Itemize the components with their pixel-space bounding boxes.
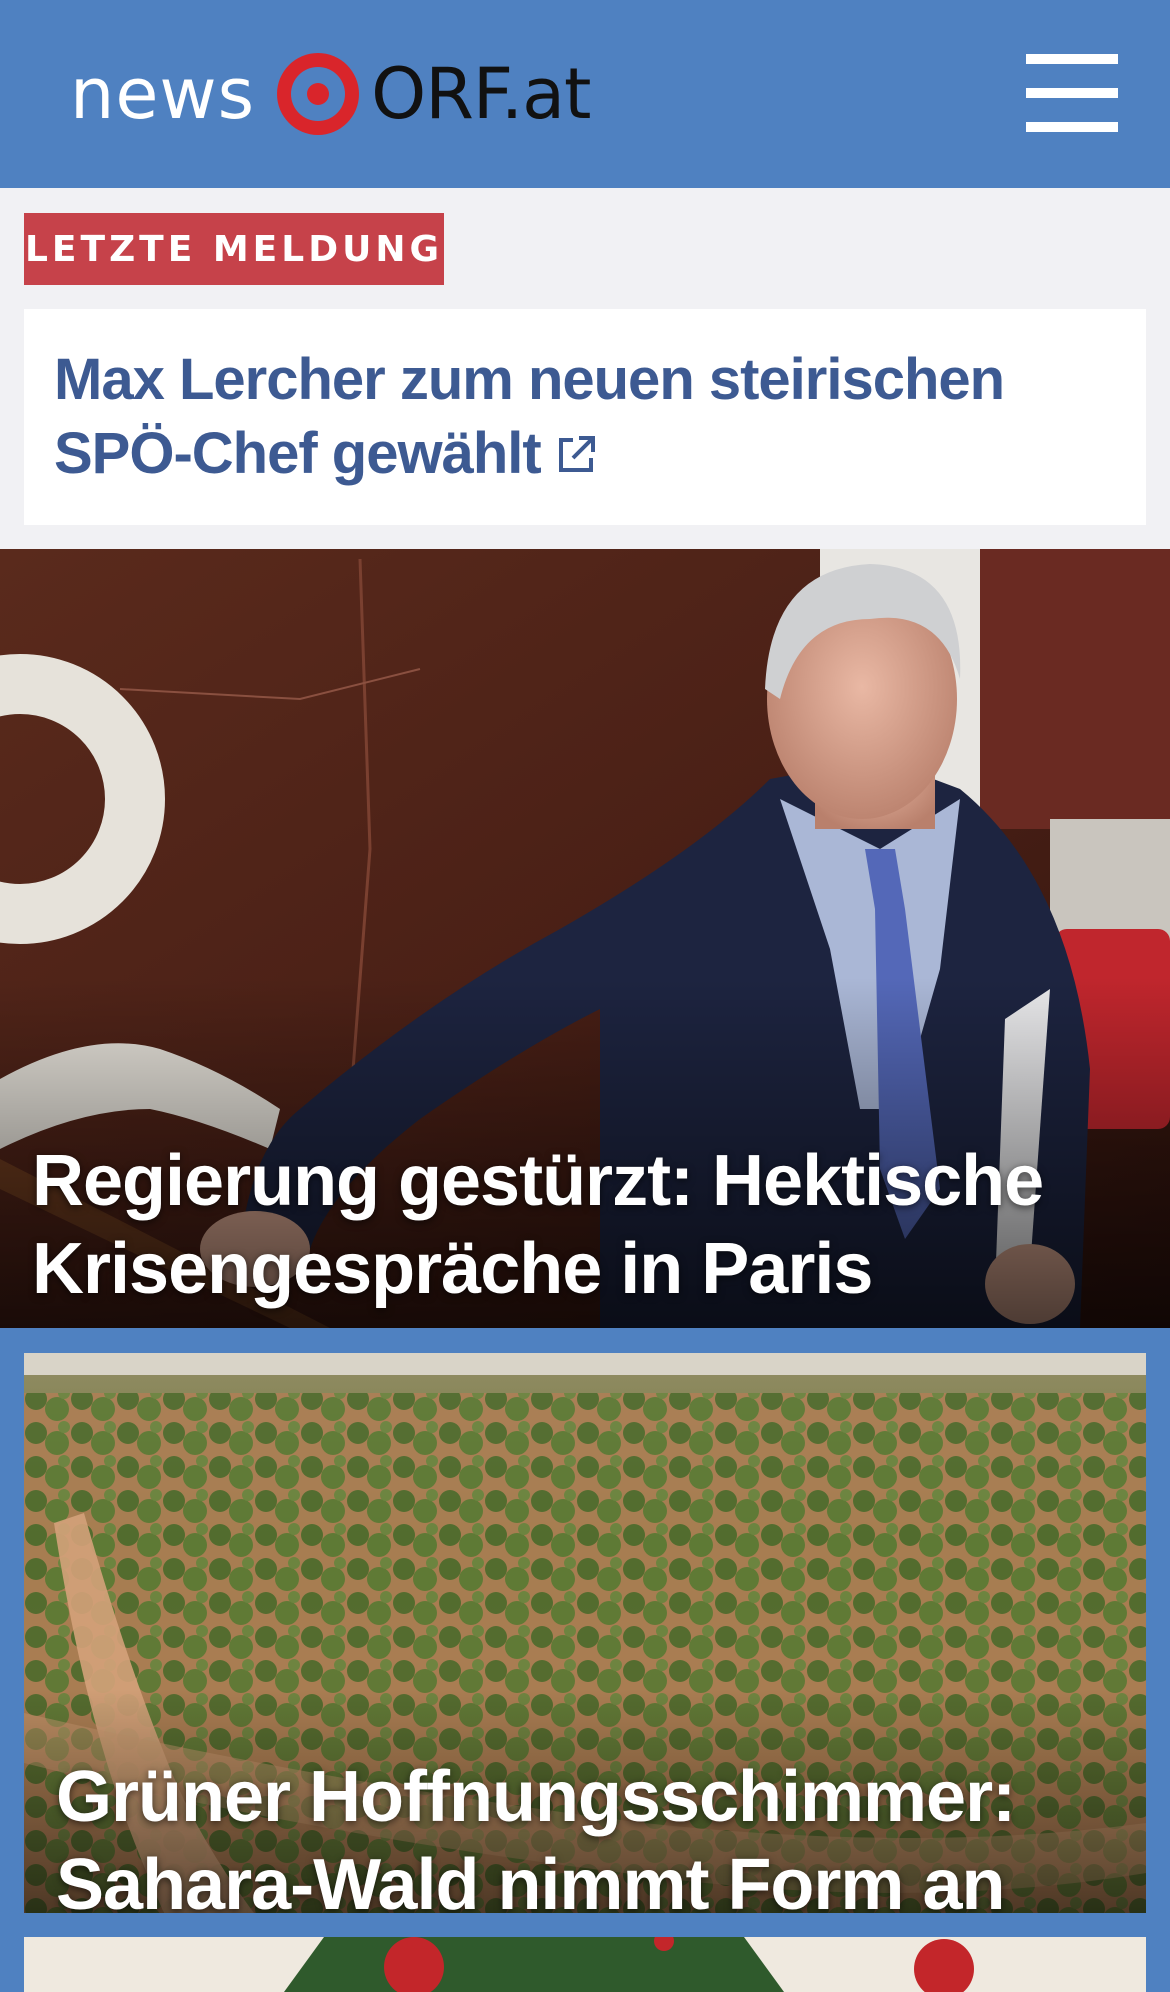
- story-card-partial[interactable]: [24, 1937, 1146, 1992]
- external-link-icon: [558, 435, 595, 472]
- story-title: Grüner Hoffnungsschimmer: Sahara-Wald ni…: [56, 1757, 1016, 1913]
- story-image-christmas: [24, 1937, 1146, 1992]
- site-header: news ORF.at: [0, 0, 1170, 188]
- top-story-title: Regierung gestürzt: Hektische Krisengesp…: [32, 1141, 1044, 1309]
- latest-news-card[interactable]: Max Lercher zum neuen steirischen SPÖ-Ch…: [24, 309, 1146, 525]
- story-card[interactable]: Grüner Hoffnungsschimmer: Sahara-Wald ni…: [24, 1353, 1146, 1913]
- latest-news-badge: LETZTE MELDUNG: [24, 213, 444, 285]
- latest-news-headline-text: Max Lercher zum neuen steirischen SPÖ-Ch…: [54, 347, 1005, 486]
- menu-bar: [1026, 54, 1118, 64]
- menu-bar: [1026, 88, 1118, 98]
- logo-orf-text: ORF.at: [371, 53, 591, 135]
- top-story-card[interactable]: Regierung gestürzt: Hektische Krisengesp…: [0, 549, 1170, 1328]
- orf-eye-icon: [277, 53, 360, 135]
- hamburger-menu-icon[interactable]: [1022, 50, 1122, 136]
- site-logo[interactable]: news ORF.at: [70, 48, 592, 140]
- menu-bar: [1026, 122, 1118, 132]
- logo-news-text: news: [70, 53, 256, 135]
- latest-news-headline[interactable]: Max Lercher zum neuen steirischen SPÖ-Ch…: [54, 343, 1114, 491]
